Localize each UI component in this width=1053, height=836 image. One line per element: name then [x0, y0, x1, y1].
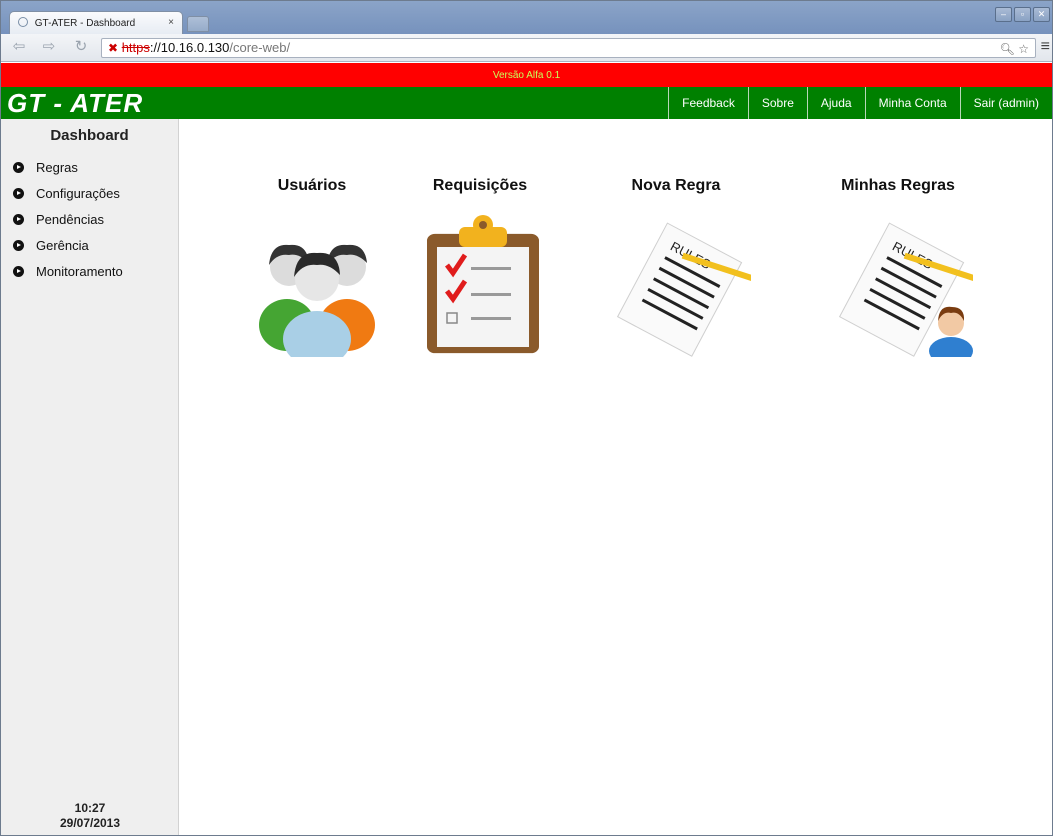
browser-window: GT-ATER - Dashboard × – ▫ ✕ ⇦ ⇨ ↻ ✖ http…	[0, 0, 1053, 836]
clock-time: 10:27	[74, 801, 106, 815]
sidebar-item-label: Gerência	[36, 237, 89, 253]
sidebar-item-monitoramento[interactable]: Monitoramento	[1, 258, 178, 284]
sidebar-item-label: Monitoramento	[36, 263, 123, 279]
sidebar-item-label: Pendências	[36, 211, 104, 227]
insecure-lock-icon: ✖	[108, 41, 119, 55]
tile-minhas-regras[interactable]: Minhas Regras RULES	[813, 177, 983, 377]
clock-date: 29/07/2013	[59, 816, 121, 830]
users-group-icon	[259, 244, 375, 357]
nav-sobre[interactable]: Sobre	[747, 87, 807, 119]
play-bullet-icon	[13, 161, 24, 173]
dashboard-tiles: Usuários Requisições Nova Regra Minhas R…	[179, 119, 1052, 835]
rules-document-user-icon: RULES	[838, 222, 973, 357]
new-tab-button[interactable]	[187, 16, 209, 32]
tile-usuarios[interactable]: Usuários	[227, 177, 397, 377]
tile-label: Requisições	[432, 177, 528, 194]
web-page: Versão Alfa 0.1 GT - ATER Feedback Sobre…	[1, 63, 1052, 835]
browser-toolbar: ⇦ ⇨ ↻ ✖ https://10.16.0.130/core-web/ 🔍︎…	[1, 34, 1052, 62]
tile-requisicoes[interactable]: Requisições	[395, 177, 565, 377]
sidebar-item-pendencias[interactable]: Pendências	[1, 206, 178, 232]
address-bar[interactable]: ✖ https://10.16.0.130/core-web/ 🔍︎ ☆	[101, 38, 1036, 58]
version-banner: Versão Alfa 0.1	[1, 63, 1052, 87]
window-controls: – ▫ ✕	[995, 7, 1050, 22]
close-window-icon[interactable]: ✕	[1033, 7, 1050, 22]
clock: 10:27 29/07/2013	[1, 801, 179, 831]
tile-label: Minhas Regras	[841, 177, 955, 194]
url-scheme: https	[121, 40, 150, 55]
nav-sair[interactable]: Sair (admin)	[959, 87, 1052, 119]
close-tab-icon[interactable]: ×	[168, 17, 174, 28]
url-path: /core-web/	[229, 40, 291, 55]
sidebar-item-configuracoes[interactable]: Configurações	[1, 180, 178, 206]
nav-minha-conta[interactable]: Minha Conta	[864, 87, 960, 119]
rules-document-pencil-icon: RULES	[616, 222, 751, 357]
url-host: ://10.16.0.130	[149, 40, 230, 55]
clipboard-checklist-icon	[427, 215, 539, 354]
tile-nova-regra[interactable]: Nova Regra RULES	[591, 177, 761, 377]
browser-tab[interactable]: GT-ATER - Dashboard ×	[9, 11, 183, 34]
tile-label: Usuários	[277, 177, 347, 194]
back-icon[interactable]: ⇦	[9, 38, 29, 56]
favicon-icon	[18, 17, 28, 27]
restore-icon[interactable]: ▫	[1014, 7, 1031, 22]
sidebar-item-label: Regras	[36, 159, 78, 175]
nav-ajuda[interactable]: Ajuda	[806, 87, 865, 119]
play-bullet-icon	[13, 265, 24, 277]
menu-icon[interactable]: ≡	[1041, 38, 1050, 56]
minimize-icon[interactable]: –	[995, 7, 1012, 22]
tab-strip: GT-ATER - Dashboard × – ▫ ✕	[1, 1, 1052, 34]
tab-title: GT-ATER - Dashboard	[34, 18, 136, 29]
play-bullet-icon	[13, 187, 24, 199]
tile-label: Nova Regra	[631, 177, 721, 194]
forward-icon[interactable]: ⇨	[39, 38, 59, 56]
nav-feedback[interactable]: Feedback	[668, 87, 748, 119]
sidebar-item-regras[interactable]: Regras	[1, 154, 178, 180]
app-logo: GT - ATER	[7, 88, 144, 118]
reload-icon[interactable]: ↻	[71, 38, 91, 56]
top-nav: Feedback Sobre Ajuda Minha Conta Sair (a…	[668, 87, 1052, 119]
app-header: GT - ATER Feedback Sobre Ajuda Minha Con…	[1, 87, 1052, 119]
zoom-star-icons[interactable]: 🔍︎ ☆	[1000, 40, 1029, 58]
sidebar-title: Dashboard	[50, 127, 129, 144]
sidebar-item-gerencia[interactable]: Gerência	[1, 232, 178, 258]
play-bullet-icon	[13, 239, 24, 251]
play-bullet-icon	[13, 213, 24, 225]
sidebar: Dashboard Regras Configurações Pendência…	[1, 119, 179, 835]
sidebar-item-label: Configurações	[36, 185, 120, 201]
